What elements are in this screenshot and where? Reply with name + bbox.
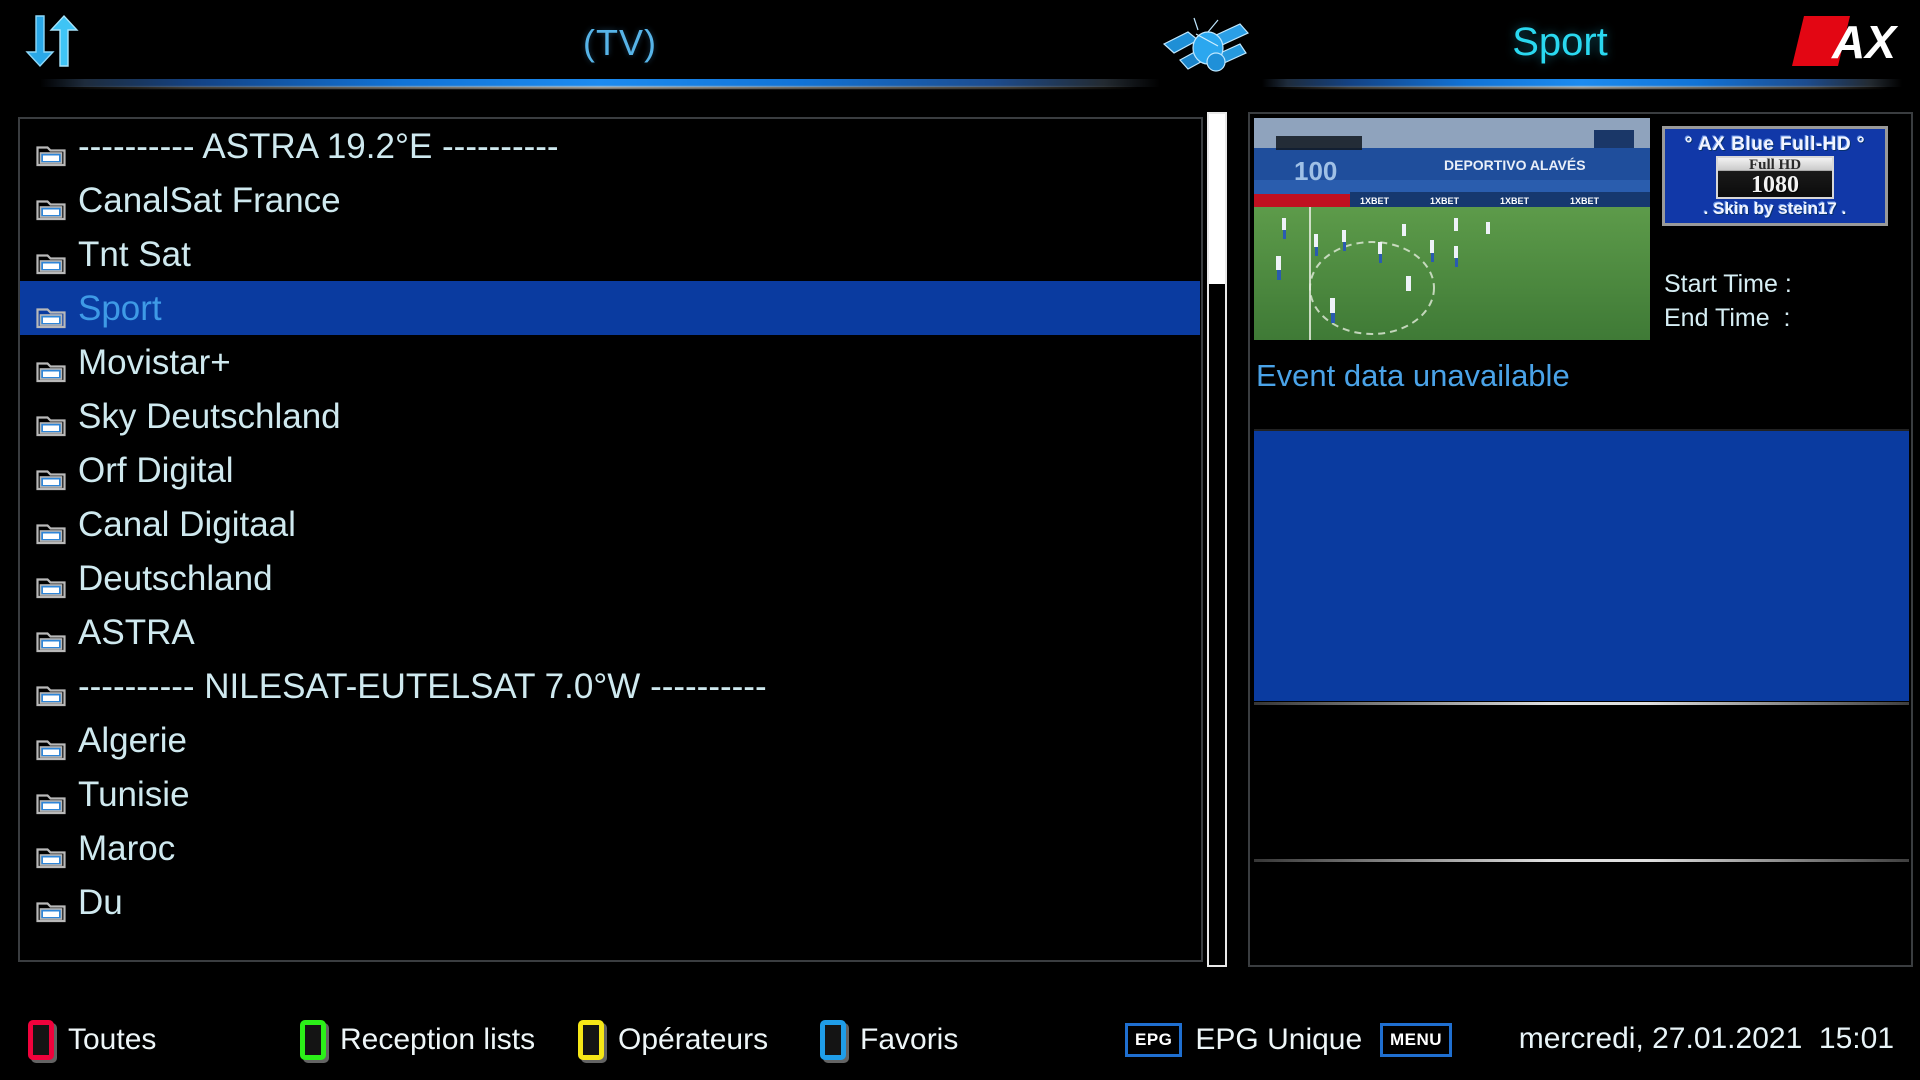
live-video-preview[interactable]: 100 DEPORTIVO ALAVÉS 1XBET 1XBET 1XBET 1XB… (1254, 118, 1650, 340)
folder-icon (36, 568, 66, 599)
tv-channel-list-screen: (TV) Sport AX ---------- ASTRA 19.2°E --… (0, 0, 1920, 1080)
list-item[interactable]: Maroc (20, 821, 1200, 875)
skin-logo-box: ° AX Blue Full-HD ° Full HD 1080 . Skin … (1662, 126, 1888, 226)
folder-icon (36, 514, 66, 545)
ax-brand-logo: AX (1792, 14, 1902, 68)
list-item-label: Orf Digital (78, 450, 234, 490)
epg-key-badge[interactable]: EPG (1125, 1023, 1183, 1057)
list-item-label: ---------- NILESAT-EUTELSAT 7.0°W ------… (78, 666, 767, 706)
menu-button[interactable]: MENU (1380, 1018, 1465, 1062)
list-item-label: Canal Digitaal (78, 504, 296, 544)
red-key-icon[interactable] (28, 1020, 54, 1060)
list-item[interactable]: Orf Digital (20, 443, 1200, 497)
footer-datetime: mercredi, 27.01.2021 15:01 (1518, 1022, 1894, 1055)
full-hd-badge-bottom: 1080 (1751, 171, 1799, 198)
list-item[interactable]: ASTRA (20, 605, 1200, 659)
list-item[interactable]: Sky Deutschland (20, 389, 1200, 443)
list-item-label: ASTRA (78, 612, 195, 652)
folder-icon (36, 460, 66, 491)
bouquet-list[interactable]: ---------- ASTRA 19.2°E ---------- CanalS… (20, 119, 1200, 959)
list-scrollbar-thumb[interactable] (1209, 114, 1225, 285)
list-item-label: Movistar+ (78, 342, 231, 382)
list-item-label: Tnt Sat (78, 234, 191, 274)
header-bar: (TV) Sport AX (0, 0, 1920, 100)
list-scrollbar[interactable] (1207, 112, 1227, 967)
list-item[interactable]: ---------- NILESAT-EUTELSAT 7.0°W ------… (20, 659, 1200, 713)
skin-logo-title: ° AX Blue Full-HD ° (1684, 134, 1866, 155)
folder-icon (36, 190, 66, 221)
svg-text:1XBET: 1XBET (1360, 196, 1390, 206)
satellite-icon (1158, 10, 1254, 82)
page-title-right: Sport (1512, 20, 1608, 64)
event-status-text: Event data unavailable (1256, 358, 1570, 393)
svg-text:AX: AX (1831, 16, 1898, 68)
list-item-label: Du (78, 882, 123, 922)
end-time-label: End Time : (1664, 304, 1791, 332)
folder-icon (36, 136, 66, 167)
bouquet-list-panel[interactable]: ---------- ASTRA 19.2°E ---------- CanalS… (18, 117, 1203, 962)
info-divider-upper (1254, 702, 1909, 705)
svg-text:DEPORTIVO ALAVÉS: DEPORTIVO ALAVÉS (1444, 157, 1586, 173)
list-item[interactable]: CanalSat France (20, 173, 1200, 227)
list-item[interactable]: Du (20, 875, 1200, 929)
sort-updown-icon[interactable] (22, 12, 82, 70)
footer-button-label: Reception lists (340, 1023, 536, 1056)
folder-icon (36, 730, 66, 761)
info-panel: 100 DEPORTIVO ALAVÉS 1XBET 1XBET 1XBET 1XB… (1248, 112, 1913, 967)
header-divider-right (1262, 78, 1902, 90)
folder-icon (36, 244, 66, 275)
footer-button-green[interactable]: Reception lists (300, 1018, 535, 1062)
footer-button-label: Toutes (68, 1023, 157, 1056)
folder-icon (36, 676, 66, 707)
folder-icon (36, 622, 66, 653)
svg-text:1XBET: 1XBET (1570, 196, 1600, 206)
list-item[interactable]: Tnt Sat (20, 227, 1200, 281)
start-time-label: Start Time : (1664, 270, 1792, 298)
list-item-label: Sky Deutschland (78, 396, 341, 436)
list-item[interactable]: Algerie (20, 713, 1200, 767)
footer-button-yellow[interactable]: Opérateurs (578, 1018, 768, 1062)
list-item[interactable]: Deutschland (20, 551, 1200, 605)
list-item[interactable]: Canal Digitaal (20, 497, 1200, 551)
list-item-label: Sport (78, 288, 162, 328)
list-item[interactable]: Sport (20, 281, 1200, 335)
menu-key-badge[interactable]: MENU (1380, 1023, 1453, 1057)
list-item[interactable]: Tunisie (20, 767, 1200, 821)
list-item[interactable]: Movistar+ (20, 335, 1200, 389)
page-title-left: (TV) (583, 22, 657, 63)
svg-text:1XBET: 1XBET (1430, 196, 1460, 206)
folder-icon (36, 892, 66, 923)
footer-button-label: Favoris (860, 1023, 959, 1056)
full-hd-badge: Full HD 1080 (1716, 156, 1834, 199)
header-divider-left (40, 78, 1160, 90)
list-item-label: ---------- ASTRA 19.2°E ---------- (78, 126, 559, 166)
folder-icon (36, 784, 66, 815)
svg-text:100: 100 (1294, 156, 1337, 186)
blue-key-icon[interactable] (820, 1020, 846, 1060)
svg-text:1XBET: 1XBET (1500, 196, 1530, 206)
footer-button-blue[interactable]: Favoris (820, 1018, 958, 1062)
footer-bar: Toutes Reception lists Opérateurs Favoris E… (0, 1000, 1920, 1080)
list-item-label: Algerie (78, 720, 187, 760)
list-item-label: Deutschland (78, 558, 273, 598)
folder-icon (36, 406, 66, 437)
folder-icon (36, 838, 66, 869)
green-key-icon[interactable] (300, 1020, 326, 1060)
list-item-label: Tunisie (78, 774, 190, 814)
footer-button-label: Opérateurs (618, 1023, 769, 1056)
folder-icon (36, 352, 66, 383)
folder-icon (36, 298, 66, 329)
info-divider-lower (1254, 859, 1909, 862)
list-item-label: Maroc (78, 828, 176, 868)
event-description-box (1254, 429, 1909, 701)
full-hd-badge-top: Full HD (1748, 156, 1802, 173)
list-item-label: CanalSat France (78, 180, 341, 220)
yellow-key-icon[interactable] (578, 1020, 604, 1060)
epg-unique-button[interactable]: EPG EPG Unique (1125, 1018, 1362, 1062)
epg-unique-label: EPG Unique (1195, 1023, 1363, 1056)
skin-author-credit: . Skin by stein17 . (1703, 199, 1847, 218)
list-item[interactable]: ---------- ASTRA 19.2°E ---------- (20, 119, 1200, 173)
footer-button-red[interactable]: Toutes (28, 1018, 156, 1062)
